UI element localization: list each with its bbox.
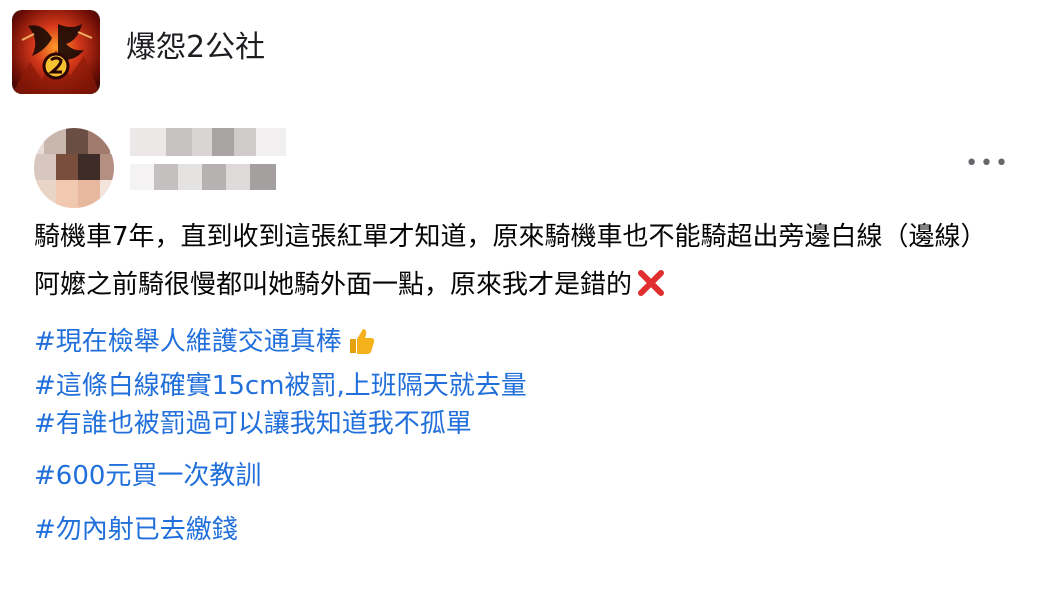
post-paragraph-text: 阿嬤之前騎很慢都叫她騎外面一點，原來我才是錯的 [34,270,633,300]
author-avatar[interactable] [34,128,114,208]
hashtag-link[interactable]: #600元買一次教訓 [34,461,261,491]
hashtag-link[interactable]: #有誰也被罰過可以讓我知道我不孤單 [34,409,472,439]
thumbs-up-icon [346,326,376,367]
hashtag-group: #600元買一次教訓 [34,457,1024,495]
author-name-blurred[interactable] [130,128,290,204]
hashtag-line: #現在檢舉人維護交通真棒 [34,323,1024,367]
cross-mark-icon [636,268,666,309]
group-logo-icon[interactable] [12,10,100,94]
hashtag-line: #這條白線確實15cm被罰,上班隔天就去量 [34,367,1024,405]
post-paragraph: 騎機車7年，直到收到這張紅單才知道，原來騎機車也不能騎超出旁邊白線（邊線） [34,222,987,252]
post-body: 騎機車7年，直到收到這張紅單才知道，原來騎機車也不能騎超出旁邊白線（邊線） 阿嬤… [34,218,1024,549]
group-logo-art [12,24,100,94]
post-options-button[interactable]: ••• [965,153,1010,175]
post-card: ••• 騎機車7年，直到收到這張紅單才知道，原來騎機車也不能騎超出旁邊白線（邊線… [0,118,1060,596]
group-name-link[interactable]: 爆怨2公社 [126,28,265,68]
hashtag-line: #600元買一次教訓 [34,457,1024,495]
group-header: 爆怨2公社 [0,0,1060,114]
post-paragraph: 阿嬤之前騎很慢都叫她騎外面一點，原來我才是錯的 [34,266,1024,309]
hashtag-group: #勿內射已去繳錢 [34,511,1024,549]
hashtag-link[interactable]: #勿內射已去繳錢 [34,515,238,545]
hashtag-link[interactable]: #這條白線確實15cm被罰,上班隔天就去量 [34,371,527,401]
hashtag-line: #勿內射已去繳錢 [34,511,1024,549]
hashtag-link[interactable]: #現在檢舉人維護交通真棒 [34,327,342,357]
hashtag-line: #有誰也被罰過可以讓我知道我不孤單 [34,405,1024,443]
hashtag-group: #現在檢舉人維護交通真棒 #這條白線確實15cm被罰,上班隔天就去量 #有誰也被… [34,323,1024,443]
